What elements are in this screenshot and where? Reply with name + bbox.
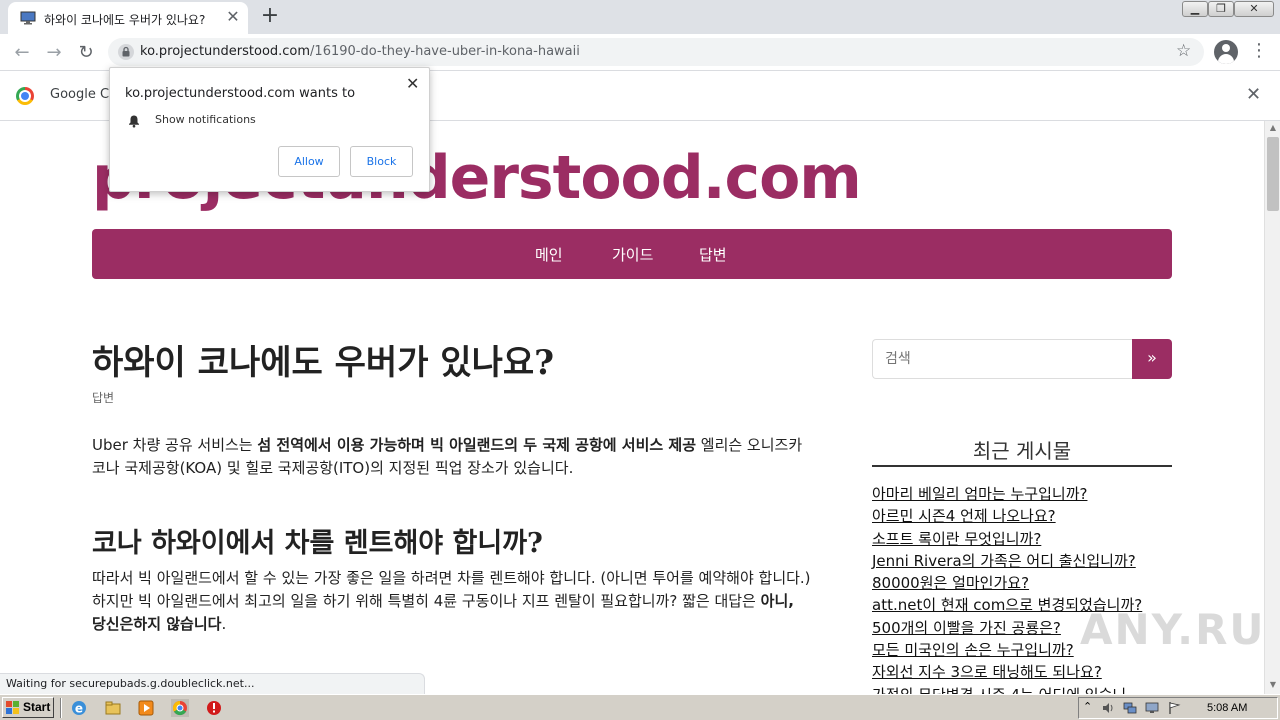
status-bubble: Waiting for securepubads.g.doubleclick.n… — [0, 673, 425, 694]
action-center-flag-icon[interactable] — [1167, 701, 1181, 715]
start-label: Start — [23, 700, 51, 714]
recent-posts-title: 최근 게시물 — [972, 439, 1072, 463]
tab-strip: 하와이 코나에도 우버가 있나요? ✕ + ▁ ❐ ✕ — [0, 0, 1280, 34]
popup-permission-text: Show notifications — [155, 113, 256, 126]
window-restore-button[interactable]: ❐ — [1208, 1, 1234, 17]
tab-title: 하와이 코나에도 우버가 있나요? — [44, 13, 206, 27]
article-paragraph: Uber 차량 공유 서비스는 섬 전역에서 이용 가능하며 빅 아일랜드의 두… — [92, 434, 812, 480]
back-button[interactable]: ← — [8, 39, 36, 67]
nav-item-guide[interactable]: 가이드 — [612, 244, 653, 265]
anyrun-watermark: ANY.RUN — [1080, 605, 1264, 654]
bell-icon — [129, 115, 139, 128]
lock-icon[interactable] — [118, 44, 134, 60]
recent-posts-divider — [872, 465, 1172, 467]
scroll-up-arrow-icon[interactable]: ▲ — [1265, 121, 1280, 135]
file-explorer-icon[interactable] — [104, 699, 122, 717]
recent-post-link[interactable]: 자외선 지수 3으로 태닝해도 되나요? — [872, 661, 1192, 683]
bookmark-star-icon[interactable]: ☆ — [1176, 41, 1191, 61]
window-minimize-button[interactable]: ▁ — [1182, 1, 1208, 17]
popup-origin-text: ko.projectunderstood.com wants to — [125, 86, 356, 101]
notification-permission-popup: ko.projectunderstood.com wants to ✕ Show… — [109, 67, 430, 192]
article-subheading: 코나 하와이에서 차를 렌트해야 합니까? — [92, 528, 543, 559]
system-tray: ⌃ 5:08 AM — [1078, 697, 1278, 719]
recent-posts-list: 아마리 베일리 엄마는 누구입니까? 아르민 시즌4 언제 나오나요? 소프트 … — [872, 483, 1192, 694]
article-category-link[interactable]: 답변 — [92, 389, 114, 406]
tray-expand-chevron-icon[interactable]: ⌃ — [1083, 700, 1092, 713]
article-title: 하와이 코나에도 우버가 있나요? — [92, 343, 555, 383]
taskbar-separator — [60, 698, 62, 718]
scrollbar-thumb[interactable] — [1267, 137, 1279, 211]
nav-item-answer[interactable]: 답변 — [699, 244, 727, 265]
search-button[interactable]: » — [1132, 339, 1172, 379]
recent-post-link[interactable]: 아르민 시즌4 언제 나오나요? — [872, 505, 1192, 527]
article-paragraph: 따라서 빅 아일랜드에서 할 수 있는 가장 좋은 일을 하려면 차를 렌트해야… — [92, 567, 812, 636]
p1-text-a: Uber 차량 공유 서비스는 — [92, 436, 258, 454]
chrome-taskbar-icon[interactable] — [171, 699, 189, 717]
scroll-down-arrow-icon[interactable]: ▼ — [1265, 678, 1280, 692]
p1-text-bold: 섬 전역에서 이용 가능하며 빅 아일랜드의 두 국제 공항에 서비스 제공 — [257, 436, 696, 454]
page-scrollbar[interactable]: ▲ ▼ — [1264, 121, 1280, 694]
browser-tab[interactable]: 하와이 코나에도 우버가 있나요? ✕ — [8, 2, 248, 34]
info-bar-close-icon[interactable]: ✕ — [1246, 84, 1261, 105]
url-text[interactable]: ko.projectunderstood.com/16190-do-they-h… — [140, 44, 580, 59]
windows-flag-icon — [6, 701, 19, 714]
web-page: projectunderstood.com 메인 가이드 답변 하와이 코나에도… — [0, 121, 1264, 694]
stop-sign-icon[interactable] — [205, 699, 223, 717]
new-tab-button[interactable]: + — [258, 5, 282, 29]
volume-icon[interactable] — [1101, 701, 1115, 715]
windows-taskbar: Start e ⌃ 5:08 AM — [0, 694, 1280, 720]
reload-button[interactable]: ↻ — [72, 39, 100, 67]
kebab-menu-icon[interactable]: ⋮ — [1250, 40, 1268, 62]
search-input[interactable] — [872, 339, 1132, 379]
recent-post-link[interactable]: 아마리 베일리 엄마는 누구입니까? — [872, 483, 1192, 505]
allow-button[interactable]: Allow — [278, 146, 340, 177]
network-icon[interactable] — [1123, 701, 1137, 715]
recent-post-link[interactable]: 가정의 무단변경 시즌 4는 어디에 있습니 — [872, 684, 1192, 694]
recent-post-link[interactable]: 80000원은 얼마인가요? — [872, 572, 1192, 594]
url-host: ko.projectunderstood.com — [140, 44, 311, 59]
monitor-icon — [20, 11, 36, 25]
recent-post-link[interactable]: 소프트 록이란 무엇입니까? — [872, 528, 1192, 550]
media-player-icon[interactable] — [137, 699, 155, 717]
internet-explorer-icon[interactable]: e — [70, 699, 88, 717]
tab-close-icon[interactable]: ✕ — [224, 8, 242, 26]
p2-text-a: 따라서 빅 아일랜드에서 할 수 있는 가장 좋은 일을 하려면 차를 렌트해야… — [92, 569, 811, 610]
chrome-logo-icon — [16, 87, 34, 105]
start-button[interactable]: Start — [2, 697, 54, 718]
info-bar-text: Google Ch — [50, 87, 118, 102]
browser-toolbar: ← → ↻ ko.projectunderstood.com/16190-do-… — [0, 34, 1280, 71]
block-button[interactable]: Block — [350, 146, 413, 177]
display-icon[interactable] — [1145, 701, 1159, 715]
profile-avatar-icon[interactable] — [1214, 40, 1238, 64]
address-bar[interactable]: ko.projectunderstood.com/16190-do-they-h… — [108, 38, 1204, 66]
forward-button[interactable]: → — [40, 39, 68, 67]
url-path: /16190-do-they-have-uber-in-kona-hawaii — [310, 44, 580, 59]
window-close-button[interactable]: ✕ — [1234, 1, 1274, 17]
p2-text-c: . — [221, 615, 227, 633]
taskbar-clock[interactable]: 5:08 AM — [1207, 702, 1247, 714]
recent-post-link[interactable]: Jenni Rivera의 가족은 어디 출신입니까? — [872, 550, 1192, 572]
site-navbar: 메인 가이드 답변 — [92, 229, 1172, 279]
svg-text:e: e — [75, 702, 83, 716]
nav-item-main[interactable]: 메인 — [535, 244, 563, 265]
popup-close-icon[interactable]: ✕ — [406, 74, 419, 93]
